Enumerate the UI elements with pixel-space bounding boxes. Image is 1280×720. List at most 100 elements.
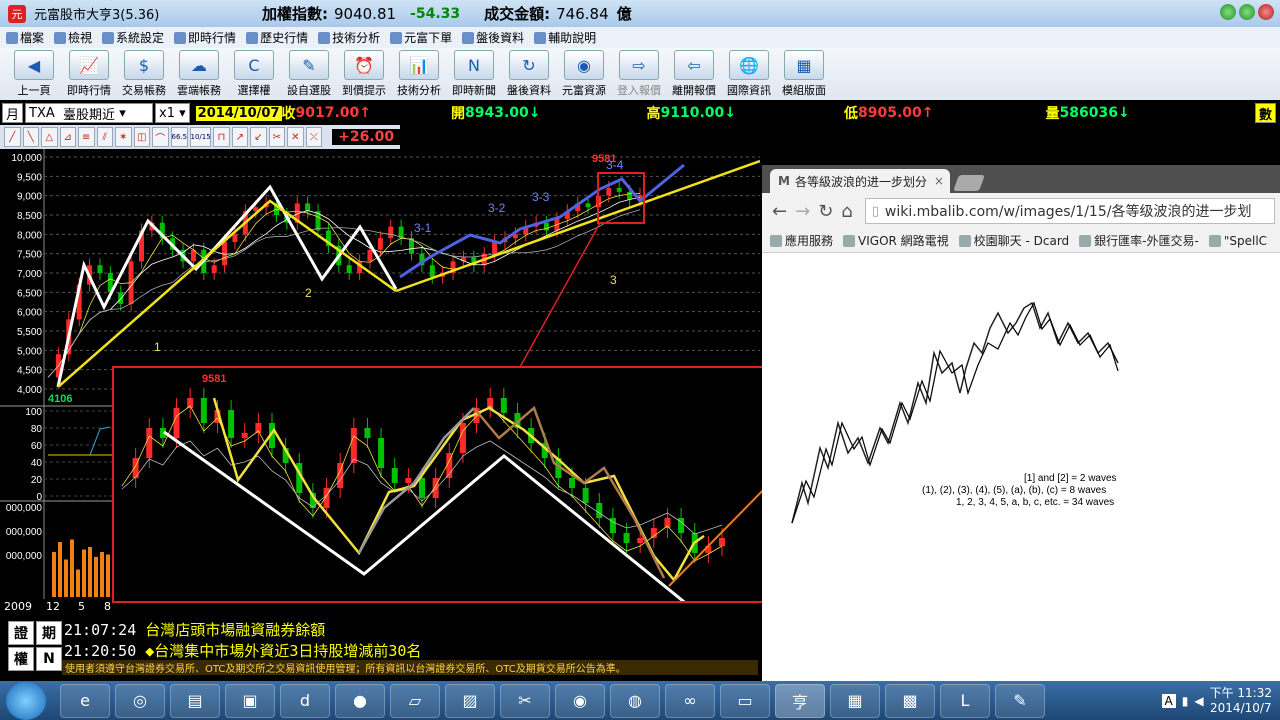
toolbar-button[interactable]: ⇦ 離開報價 (668, 48, 720, 98)
draw-tool-button[interactable]: 66.5 (170, 127, 189, 147)
menu-item[interactable]: 即時行情 (174, 29, 236, 46)
media-icon[interactable]: ▣ (225, 683, 275, 718)
bookmark-item[interactable]: 應用服務 (770, 232, 833, 249)
securities-tag-button[interactable]: 證 (8, 621, 34, 645)
menu-item[interactable]: 歷史行情 (246, 29, 308, 46)
paint-icon[interactable]: ✎ (995, 683, 1045, 718)
photo-icon[interactable]: ▨ (445, 683, 495, 718)
toolbar-button[interactable]: N 即時新聞 (448, 48, 500, 98)
draw-tool-button[interactable]: ✕ (287, 127, 304, 147)
quote-bar: 月 TXA 臺股期近 ▾ x1 ▾ 2014/10/07 收 9017.00 ↑ … (0, 101, 1280, 125)
toolbar-button[interactable]: C 選擇權 (228, 48, 280, 98)
toolbar-button[interactable]: ◀ 上一頁 (8, 48, 60, 98)
scissors-icon[interactable]: ✂ (500, 683, 550, 718)
candle-body (146, 428, 153, 458)
news-item[interactable]: 21:20:50 ◆台灣集中市場外資近3日持股增減前30名 (64, 640, 421, 661)
toolbar-button[interactable]: ☁ 雲端帳務 (173, 48, 225, 98)
close-button[interactable] (1258, 4, 1274, 20)
new-tab-button[interactable] (953, 175, 985, 191)
toolbar-button[interactable]: ◉ 元富資源 (558, 48, 610, 98)
toolbar-button-label: 即時行情 (67, 84, 111, 97)
draw-tool-button[interactable]: ↙ (250, 127, 267, 147)
period-select[interactable]: 月 (2, 103, 24, 123)
line-app-icon[interactable]: L (940, 683, 990, 718)
sticky-note-icon[interactable]: ▭ (720, 683, 770, 718)
bookmark-item[interactable]: 銀行匯率-外匯交易- (1079, 232, 1199, 249)
wave-legend-text: [1] and [2] = 2 waves (1024, 473, 1117, 484)
back-icon[interactable]: ← (772, 201, 787, 222)
unit-button[interactable]: 數 (1254, 103, 1276, 123)
draw-tool-button[interactable]: ⫽ (96, 127, 113, 147)
toolbar-button[interactable]: ▦ 模組版面 (778, 48, 830, 98)
calculator-icon[interactable]: ▦ (830, 683, 880, 718)
draw-tool-button[interactable]: 10/15 (190, 127, 212, 147)
draw-tool-button[interactable]: ⤫ (305, 127, 323, 147)
orange-app-icon[interactable]: ● (335, 683, 385, 718)
folder-icon[interactable]: ▤ (170, 683, 220, 718)
toolbar-button-label: 雲端帳務 (177, 84, 221, 97)
draw-tool-button[interactable]: ✂ (268, 127, 286, 147)
draw-tool-button[interactable]: ⌒ (152, 127, 169, 147)
menu-item[interactable]: 系統設定 (102, 29, 164, 46)
symbol-select[interactable]: TXA 臺股期近 ▾ (25, 103, 154, 123)
minimize-button[interactable] (1220, 4, 1236, 20)
draw-tool-button[interactable]: ◫ (133, 127, 150, 147)
menu-item[interactable]: 檢視 (54, 29, 92, 46)
gift-app-icon[interactable]: ▩ (885, 683, 935, 718)
draw-tool-button[interactable]: ↗ (231, 127, 249, 147)
toolbar-button[interactable]: ✎ 設自選股 (283, 48, 335, 98)
bookmark-item[interactable]: 校園聊天 - Dcard (958, 232, 1069, 249)
draw-tool-button[interactable]: ╱ (4, 127, 21, 147)
toolbar-button[interactable]: $ 交易帳務 (118, 48, 170, 98)
start-button[interactable] (6, 681, 46, 720)
menu-item[interactable]: 元富下單 (390, 29, 452, 46)
multiplier-select[interactable]: x1 ▾ (155, 103, 190, 123)
volume-icon[interactable]: ◀ (1194, 694, 1203, 708)
toolbar-button[interactable]: 🌐 國際資訊 (723, 48, 775, 98)
menu-item[interactable]: 技術分析 (318, 29, 380, 46)
draw-tool-button[interactable]: △ (41, 127, 58, 147)
ie-icon[interactable]: e (60, 683, 110, 718)
home-icon[interactable]: ⌂ (841, 201, 852, 222)
clock[interactable]: 下午 11:32 2014/10/7 (1210, 686, 1272, 716)
url-text: wiki.mbalib.com/w/images/1/15/各等级波浪的进一步划 (884, 204, 1252, 220)
candle-body (228, 410, 235, 438)
network-icon[interactable]: ▮ (1182, 694, 1189, 708)
language-indicator[interactable]: A (1161, 694, 1176, 708)
warrants-tag-button[interactable]: 權 (8, 647, 34, 671)
menu-item[interactable]: 盤後資料 (462, 29, 524, 46)
network-share-icon[interactable]: ∞ (665, 683, 715, 718)
draw-tool-button[interactable]: ≡ (78, 127, 95, 147)
menu-item[interactable]: 輔助說明 (534, 29, 596, 46)
chrome-icon[interactable]: ◎ (115, 683, 165, 718)
du-icon[interactable]: d (280, 683, 330, 718)
news-tag-button[interactable]: N (36, 647, 62, 671)
reload-icon[interactable]: ↻ (818, 201, 833, 222)
menu-item[interactable]: 檔案 (6, 29, 44, 46)
address-bar[interactable]: ▯ wiki.mbalib.com/w/images/1/15/各等级波浪的进一… (864, 198, 1275, 224)
masterlink-app-icon[interactable]: 亨 (775, 683, 825, 718)
draw-tool-button[interactable]: ⊿ (59, 127, 76, 147)
realtime-chart-icon: 📈 (69, 50, 109, 80)
futures-tag-button[interactable]: 期 (36, 621, 62, 645)
toolbar-button[interactable]: ↻ 盤後資料 (503, 48, 555, 98)
price-tick-label: 10,000 (11, 153, 42, 164)
bookmark-item[interactable]: VIGOR 網路電視 (843, 232, 949, 249)
notes-icon[interactable]: ▱ (390, 683, 440, 718)
tab-close-icon[interactable]: × (934, 174, 944, 188)
draw-tool-button[interactable]: ✶ (115, 127, 132, 147)
toolbar-button[interactable]: 📊 技術分析 (393, 48, 445, 98)
draw-tool-button[interactable]: ╲ (22, 127, 39, 147)
toolbar-button[interactable]: ⏰ 到價提示 (338, 48, 390, 98)
bookmark-item[interactable]: "SpellC (1208, 234, 1267, 248)
browser-tab[interactable]: M 各等級波浪的进一步划分 × (770, 169, 950, 193)
record-icon[interactable]: ◉ (555, 683, 605, 718)
webcam-icon[interactable]: ◍ (610, 683, 660, 718)
maximize-button[interactable] (1239, 4, 1255, 20)
toolbar-button[interactable]: ⇨ 登入報價 (613, 48, 665, 98)
draw-tool-button[interactable]: ⊓ (213, 127, 230, 147)
forward-icon[interactable]: → (795, 201, 810, 222)
news-item[interactable]: 21:07:24 台灣店頭市場融資融券餘額 (64, 619, 325, 640)
toolbar-button[interactable]: 📈 即時行情 (63, 48, 115, 98)
symbol-name: 臺股期近 (63, 107, 116, 123)
